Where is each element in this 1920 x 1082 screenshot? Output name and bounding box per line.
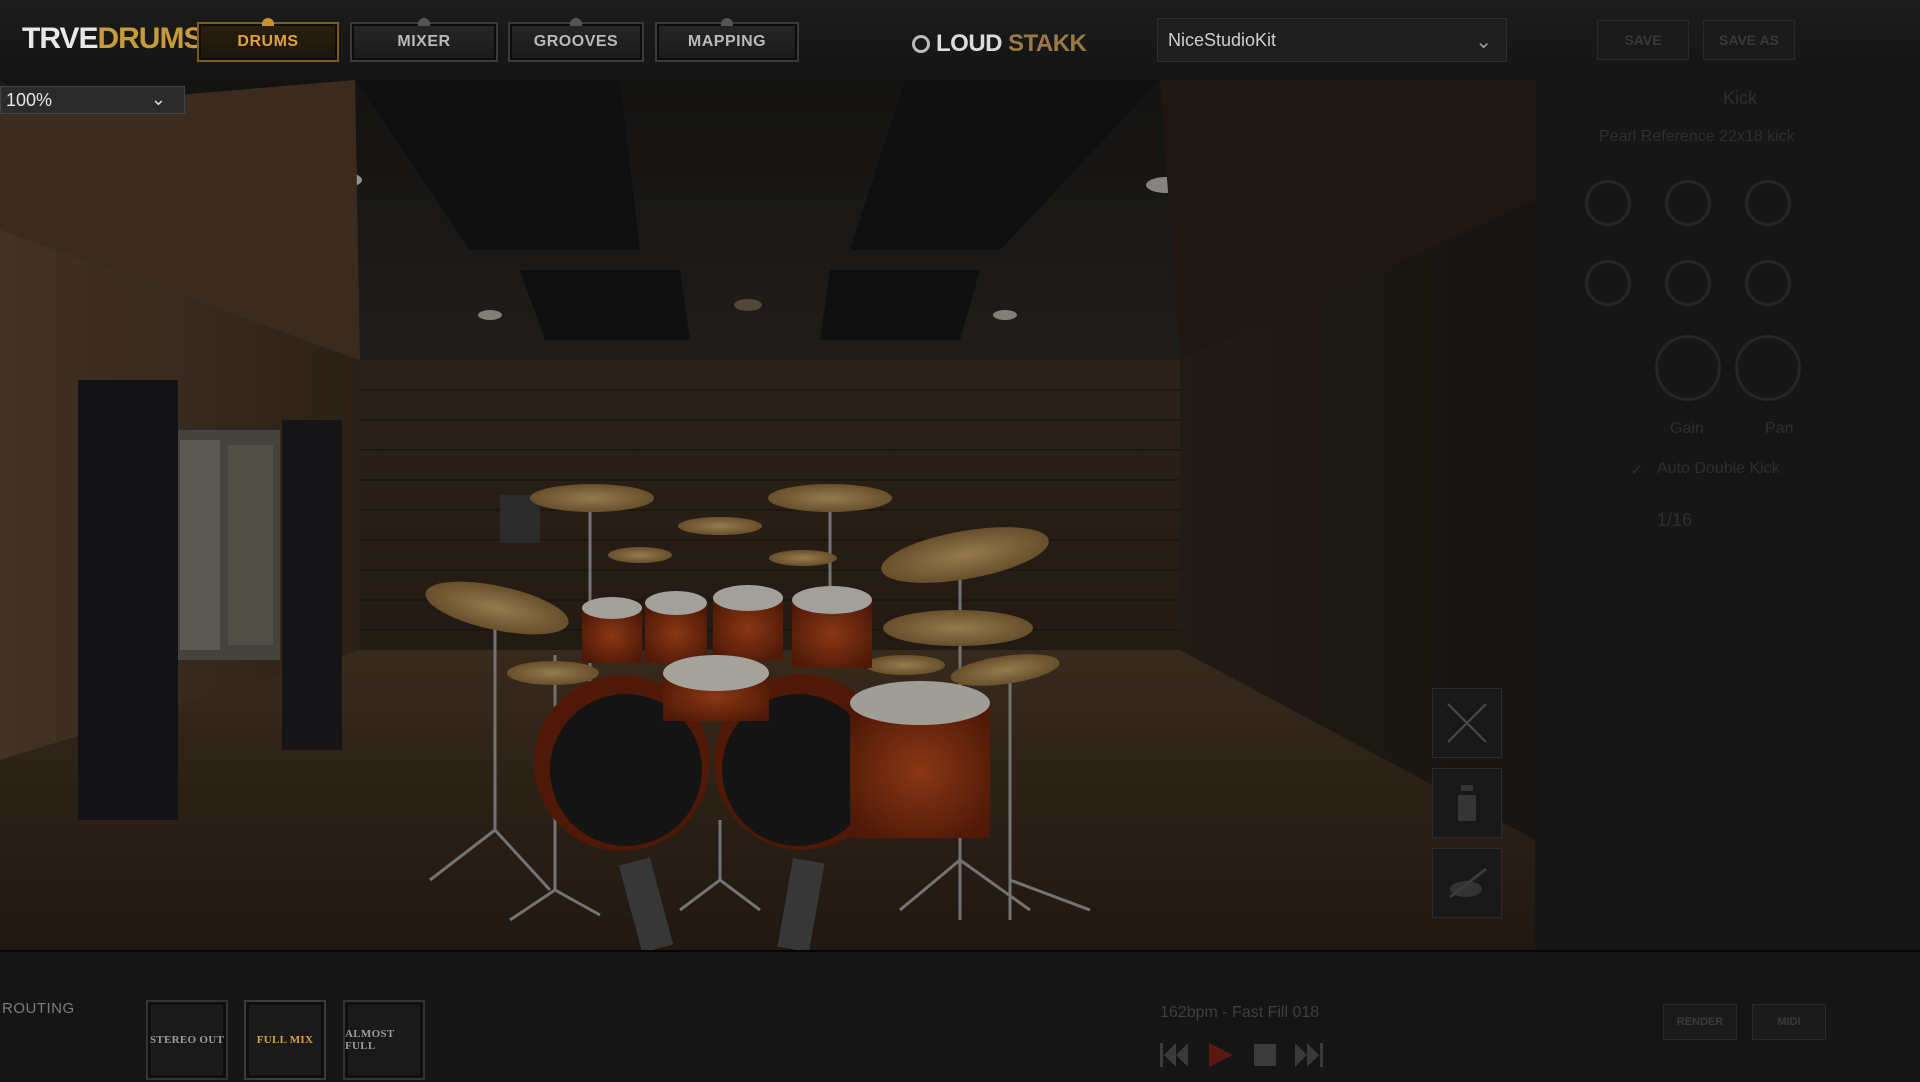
checkbox-icon[interactable]: ✓ [1630,460,1643,480]
midi-button[interactable]: MIDI [1752,1004,1826,1040]
chevron-down-icon: ⌄ [1475,31,1492,53]
loudstakk-logo: LOUD STAKK [912,30,1087,58]
stop-button[interactable] [1250,1040,1280,1070]
gain-knob[interactable] [1655,335,1721,401]
tab-notch [262,18,274,26]
instrument-subtitle: Pearl Reference 22x18 kick [1599,128,1795,145]
gear-icon [912,35,930,53]
routing-full-mix[interactable]: FULL MIX [244,1000,326,1080]
save-label: SAVE [1624,32,1662,48]
top-bar: TRVEDRUMS DRUMS MIXER GROOVES MAPPING LO… [0,0,1920,81]
tab-notch [570,18,582,26]
room-illustration [0,80,1535,950]
brand-text-loud: LOUD [936,30,1003,57]
tab-mixer[interactable]: MIXER [350,18,498,62]
groove-info: 162bpm - Fast Fill 018 [1160,1004,1320,1021]
knob[interactable] [1585,260,1631,306]
tab-notch [418,18,430,26]
tab-label: GROOVES [533,33,619,50]
preset-value: NiceStudioKit [1168,29,1277,50]
render-label: RENDER [1676,1016,1724,1028]
tab-mapping[interactable]: MAPPING [655,18,799,62]
drum-tool-button[interactable] [1432,848,1502,918]
next-button[interactable] [1292,1040,1326,1070]
close-icon [1447,703,1487,743]
knob[interactable] [1585,180,1631,226]
midi-label: MIDI [1777,1016,1801,1028]
info-tool-button[interactable] [1432,768,1502,838]
info-icon [1458,785,1476,821]
knob[interactable] [1745,260,1791,306]
play-button[interactable] [1204,1040,1236,1070]
save-button[interactable]: SAVE [1597,20,1689,60]
stop-icon [1254,1044,1276,1066]
save-as-label: SAVE AS [1719,32,1779,48]
render-button[interactable]: RENDER [1663,1004,1737,1040]
routing-almost-full[interactable]: ALMOST FULL [343,1000,425,1080]
pan-label: Pan [1765,420,1794,437]
tab-drums[interactable]: DRUMS [197,18,339,62]
zoom-value: 100% [6,89,53,110]
bottom-bar: ROUTING STEREO OUT FULL MIX ALMOST FULL … [0,950,1920,1082]
auto-double-kick-label: Auto Double Kick [1657,460,1780,477]
instrument-panel: Kick Pearl Reference 22x18 kick Gain Pan… [1535,80,1920,950]
brand-text-stakk: STAKK [1008,30,1087,57]
tab-label: MAPPING [687,33,767,50]
kit-preset-dropdown[interactable]: NiceStudioKit ⌄ [1157,18,1507,62]
knob[interactable] [1665,180,1711,226]
knob[interactable] [1665,260,1711,306]
pan-knob[interactable] [1735,335,1801,401]
save-as-button[interactable]: SAVE AS [1703,20,1795,60]
logo-text-drums: DRUMS [97,22,203,55]
next-icon [1295,1043,1323,1067]
prev-icon [1160,1043,1188,1067]
instrument-title: Kick [1723,88,1758,108]
zoom-dropdown[interactable]: 100% ⌄ [0,86,185,114]
app-logo: TRVEDRUMS [22,22,203,56]
logo-text-trve: TRVE [22,22,98,55]
knob[interactable] [1745,180,1791,226]
tab-label: MIXER [397,33,451,50]
tab-grooves[interactable]: GROOVES [508,18,644,62]
routing-label: ROUTING [2,1000,75,1017]
play-icon [1209,1043,1233,1067]
routing-option-label: ALMOST FULL [345,1028,395,1052]
chevron-down-icon: ⌄ [150,89,166,109]
drum-room-scene [0,80,1535,950]
routing-option-label: FULL MIX [256,1034,314,1046]
tab-notch [721,18,733,26]
close-tool-button[interactable] [1432,688,1502,758]
gain-label: Gain [1670,420,1704,437]
tab-label: DRUMS [237,33,299,50]
routing-stereo-out[interactable]: STEREO OUT [146,1000,228,1080]
routing-option-label: STEREO OUT [149,1034,225,1046]
division-dropdown[interactable]: 1/16 [1657,510,1692,531]
drum-icon [1449,867,1487,899]
prev-button[interactable] [1158,1040,1190,1070]
